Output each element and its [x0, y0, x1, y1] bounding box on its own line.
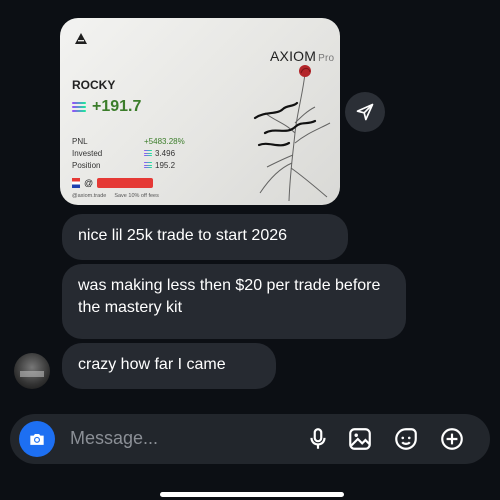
stat-label: PNL [72, 136, 88, 146]
stat-row-pnl: PNL +5483.28% [72, 135, 185, 147]
footer-site: @axiom.trade [72, 193, 107, 199]
rose-tree-illustration [253, 65, 331, 202]
mic-icon[interactable] [305, 426, 331, 452]
message-composer: Message... [10, 414, 490, 464]
stat-value: +5483.28% [144, 136, 185, 146]
send-icon [356, 103, 374, 121]
message-bubble[interactable]: nice lil 25k trade to start 2026 [62, 214, 348, 260]
pnl-value: +191.7 [92, 98, 142, 115]
message-input[interactable]: Message... [70, 428, 158, 449]
user-handle: @ [72, 178, 154, 188]
brand-name: AXIOM Pro [270, 48, 335, 64]
axiom-logo-icon [75, 33, 87, 44]
plus-icon[interactable] [439, 426, 465, 452]
flag-icon [72, 178, 80, 188]
pnl-summary: +191.7 [72, 98, 141, 116]
image-icon[interactable] [347, 426, 373, 452]
card-username: ROCKY [72, 78, 116, 92]
stat-row-position: Position 195.2 [72, 159, 185, 171]
stat-label: Invested [72, 148, 103, 158]
stats-table: PNL +5483.28% Invested 3.496 Position 19… [72, 135, 185, 171]
message-bubble[interactable]: was making less then $20 per trade befor… [62, 264, 406, 339]
camera-button[interactable] [19, 421, 55, 457]
card-footer: @axiom.trade Save 10% off fees [72, 193, 159, 199]
sticker-icon[interactable] [393, 426, 419, 452]
share-button[interactable] [345, 92, 385, 132]
stat-value: 3.496 [144, 149, 175, 158]
stat-label: Position [72, 160, 101, 170]
message-bubble[interactable]: crazy how far I came [62, 343, 276, 389]
home-indicator [160, 492, 344, 497]
camera-icon [30, 434, 44, 445]
redacted-handle [97, 178, 154, 188]
shared-pnl-card[interactable]: AXIOM Pro ROCKY +191.7 PNL +5483.28% Inve… [60, 18, 340, 205]
solana-icon [144, 162, 152, 168]
sender-avatar[interactable] [14, 353, 50, 389]
solana-icon [72, 102, 86, 112]
stat-value: 195.2 [144, 161, 175, 170]
solana-icon [144, 150, 152, 156]
footer-promo: Save 10% off fees [114, 193, 159, 199]
stat-row-invested: Invested 3.496 [72, 147, 185, 159]
